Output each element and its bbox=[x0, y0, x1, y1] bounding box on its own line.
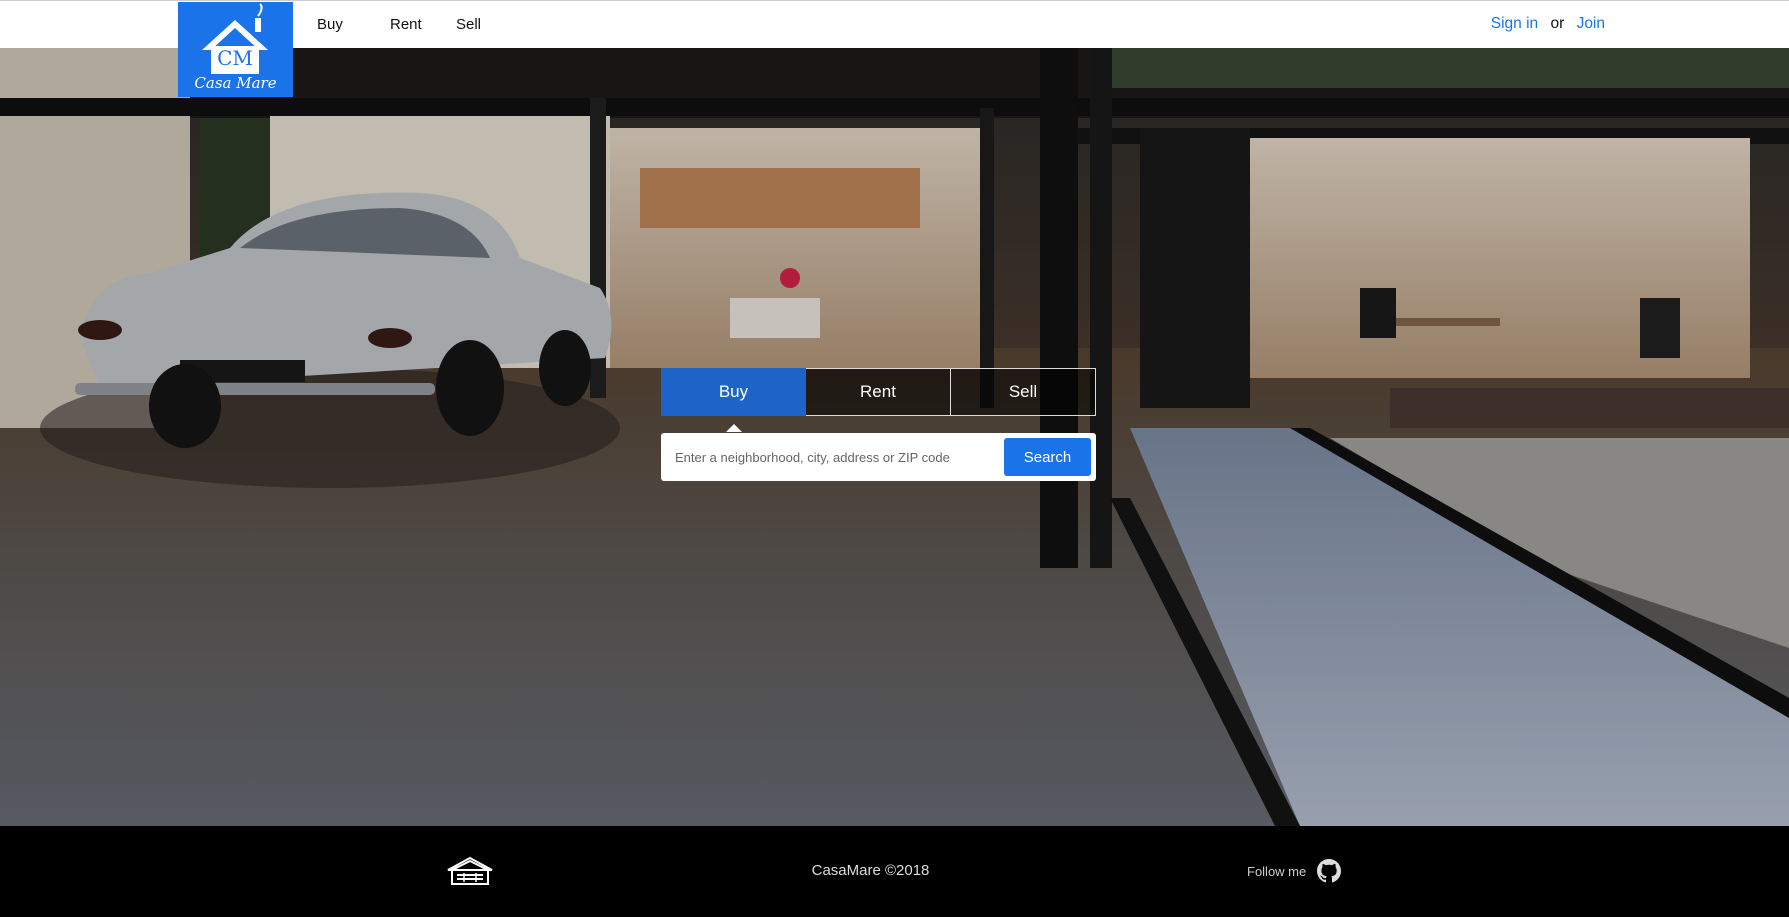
footer: CasaMare ©2018 Follow me bbox=[0, 826, 1789, 917]
nav-sell-link[interactable]: Sell bbox=[456, 16, 481, 33]
search-mode-tabs: Buy Rent Sell bbox=[661, 368, 1096, 432]
hero-section: Buy Rent Sell Search bbox=[0, 48, 1789, 826]
follow-me-label: Follow me bbox=[1247, 864, 1307, 879]
join-link[interactable]: Join bbox=[1577, 15, 1605, 32]
auth-links: Sign in or Join bbox=[1491, 15, 1605, 33]
top-navbar: CM Casa Mare Buy Rent Sell Sign in or Jo… bbox=[0, 0, 1789, 97]
tab-buy[interactable]: Buy bbox=[661, 368, 806, 432]
svg-text:CM: CM bbox=[217, 46, 253, 70]
nav-rent-link[interactable]: Rent bbox=[390, 16, 422, 33]
sign-in-link[interactable]: Sign in bbox=[1491, 15, 1538, 32]
nav-buy-link[interactable]: Buy bbox=[317, 16, 343, 33]
tab-rent[interactable]: Rent bbox=[806, 368, 951, 416]
house-logo-icon: CM bbox=[202, 3, 268, 74]
footer-copyright: CasaMare ©2018 bbox=[811, 862, 930, 879]
search-button[interactable]: Search bbox=[1004, 438, 1091, 476]
search-bar: Search bbox=[661, 433, 1096, 481]
logo-wordmark: Casa Mare bbox=[194, 74, 277, 92]
github-icon[interactable] bbox=[1317, 859, 1341, 883]
casa-mare-logo[interactable]: CM Casa Mare bbox=[178, 2, 293, 97]
auth-separator: or bbox=[1550, 15, 1565, 32]
search-input[interactable] bbox=[669, 439, 999, 475]
tab-sell[interactable]: Sell bbox=[951, 368, 1096, 416]
